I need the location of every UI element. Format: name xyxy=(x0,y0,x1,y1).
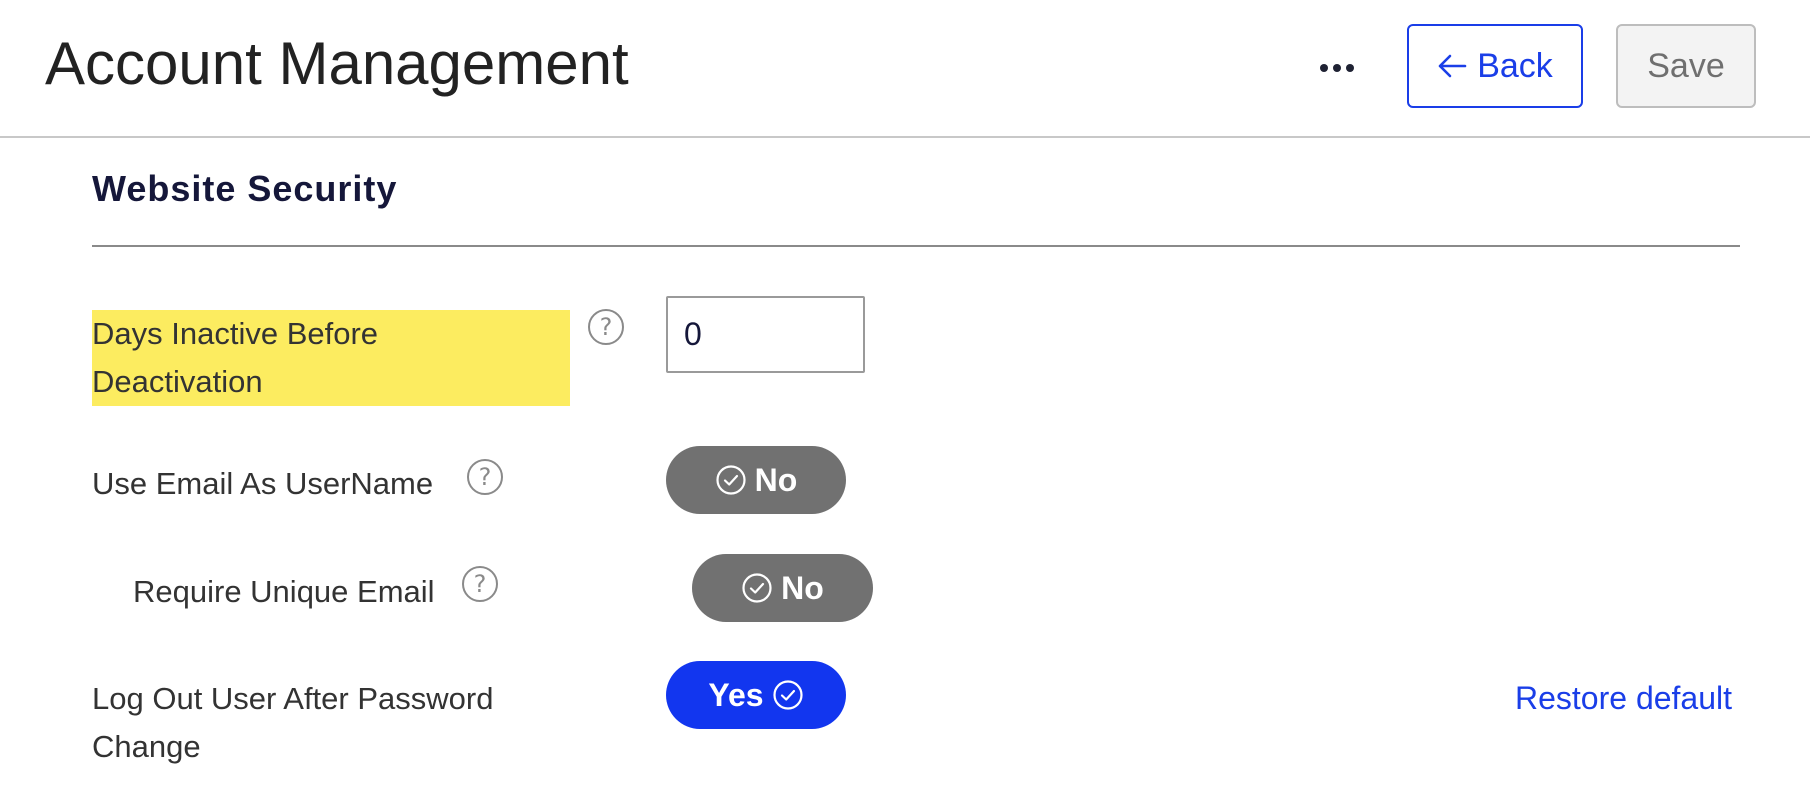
ellipsis-icon xyxy=(1346,64,1354,72)
ellipsis-icon xyxy=(1333,64,1341,72)
ellipsis-icon xyxy=(1320,64,1328,72)
question-mark-icon[interactable]: ? xyxy=(467,459,503,495)
logout-after-password-change-label-line1: Log Out User After Password xyxy=(92,681,494,716)
require-unique-email-toggle[interactable]: No xyxy=(692,554,873,622)
logout-after-password-change-toggle-label: Yes xyxy=(708,676,764,713)
page-header: Account Management Back Save xyxy=(0,0,1810,138)
check-circle-icon xyxy=(716,465,746,495)
section-divider xyxy=(92,245,1740,247)
logout-after-password-change-label: Log Out User After Password Change xyxy=(92,675,493,771)
back-button-label: Back xyxy=(1477,46,1553,85)
restore-default-link[interactable]: Restore default xyxy=(1515,674,1732,722)
days-inactive-input[interactable] xyxy=(666,296,865,373)
question-mark-icon[interactable]: ? xyxy=(588,309,624,345)
check-circle-icon xyxy=(742,573,772,603)
require-unique-email-label: Require Unique Email xyxy=(133,574,435,609)
question-mark-icon[interactable]: ? xyxy=(462,566,498,602)
days-inactive-label: Days Inactive Before Deactivation xyxy=(92,310,570,406)
use-email-as-username-toggle[interactable]: No xyxy=(666,446,846,514)
save-button[interactable]: Save xyxy=(1616,24,1756,108)
logout-after-password-change-label-line2: Change xyxy=(92,729,201,764)
require-unique-email-toggle-label: No xyxy=(781,569,824,606)
section-title: Website Security xyxy=(92,168,398,209)
back-button[interactable]: Back xyxy=(1407,24,1583,108)
arrow-left-icon xyxy=(1438,54,1467,78)
logout-after-password-change-toggle[interactable]: Yes xyxy=(666,661,846,729)
more-options-button[interactable] xyxy=(1306,40,1368,96)
use-email-as-username-label: Use Email As UserName xyxy=(92,466,434,501)
days-inactive-label-line1: Days Inactive Before xyxy=(92,316,379,351)
days-inactive-label-line2: Deactivation xyxy=(92,364,263,399)
page-title: Account Management xyxy=(45,30,629,97)
check-circle-icon xyxy=(772,680,803,710)
use-email-as-username-toggle-label: No xyxy=(754,461,798,498)
